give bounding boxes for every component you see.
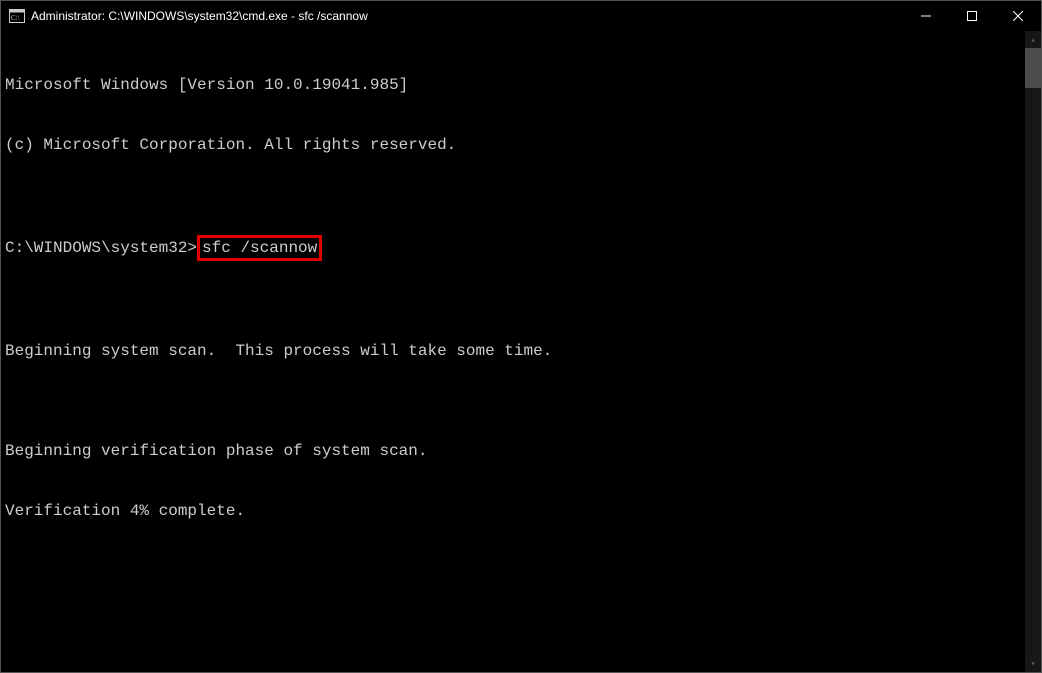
scroll-up-button[interactable]: ▴ xyxy=(1025,31,1041,48)
scroll-thumb[interactable] xyxy=(1025,48,1041,88)
prompt-line: C:\WINDOWS\system32>sfc /scannow xyxy=(5,235,1021,261)
minimize-button[interactable] xyxy=(903,1,949,31)
vertical-scrollbar[interactable]: ▴ ▾ xyxy=(1025,31,1041,672)
cmd-window: C:\ Administrator: C:\WINDOWS\system32\c… xyxy=(0,0,1042,673)
terminal-output[interactable]: Microsoft Windows [Version 10.0.19041.98… xyxy=(1,31,1025,672)
scroll-down-button[interactable]: ▾ xyxy=(1025,655,1041,672)
output-line: (c) Microsoft Corporation. All rights re… xyxy=(5,135,1021,155)
prompt-text: C:\WINDOWS\system32> xyxy=(5,239,197,257)
titlebar[interactable]: C:\ Administrator: C:\WINDOWS\system32\c… xyxy=(1,1,1041,31)
content-wrapper: Microsoft Windows [Version 10.0.19041.98… xyxy=(1,31,1041,672)
highlighted-command: sfc /scannow xyxy=(197,235,322,261)
svg-text:C:\: C:\ xyxy=(11,14,20,22)
output-line: Verification 4% complete. xyxy=(5,501,1021,521)
window-title: Administrator: C:\WINDOWS\system32\cmd.e… xyxy=(31,9,903,23)
output-line: Beginning system scan. This process will… xyxy=(5,341,1021,361)
close-button[interactable] xyxy=(995,1,1041,31)
output-line: Microsoft Windows [Version 10.0.19041.98… xyxy=(5,75,1021,95)
output-line: Beginning verification phase of system s… xyxy=(5,441,1021,461)
window-controls xyxy=(903,1,1041,31)
maximize-button[interactable] xyxy=(949,1,995,31)
cmd-icon: C:\ xyxy=(9,8,25,24)
